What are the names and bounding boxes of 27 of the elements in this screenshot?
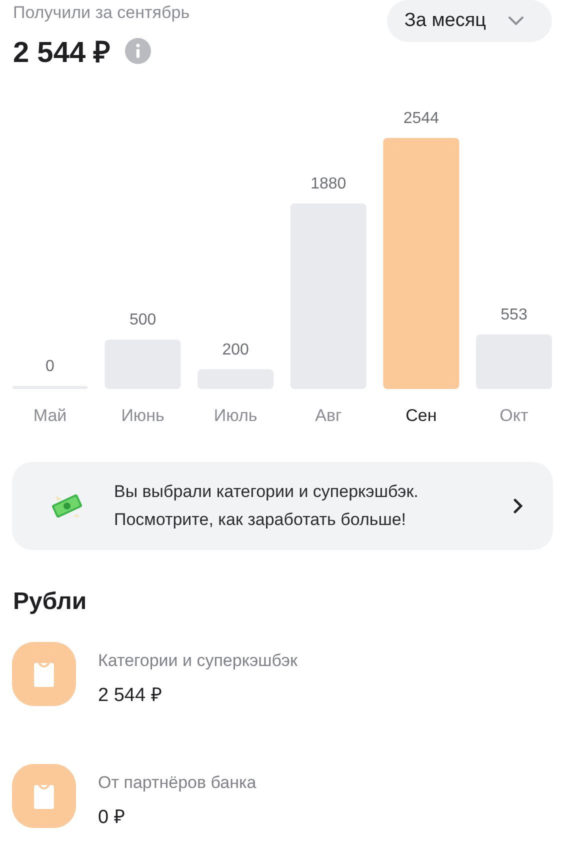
bar-value-label: 200 xyxy=(222,341,249,358)
section-title: Рубли xyxy=(13,588,88,616)
item-amount: 2 544 ₽ xyxy=(98,684,163,707)
item-amount: 0 ₽ xyxy=(98,806,126,829)
month-label[interactable]: Сен xyxy=(406,406,437,425)
info-icon[interactable] xyxy=(124,38,151,64)
month-label[interactable]: Июль xyxy=(214,406,258,425)
bag-icon xyxy=(12,764,76,828)
bar-value-label: 0 xyxy=(46,358,54,375)
item-title: От партнёров банка xyxy=(98,773,256,793)
month-label[interactable]: Май xyxy=(33,406,67,425)
month-label[interactable]: Авг xyxy=(315,406,342,425)
chevron-down-icon xyxy=(508,16,524,26)
total-amount: 2 544 ₽ xyxy=(13,36,111,70)
bar-value-label: 553 xyxy=(500,306,528,324)
month-label[interactable]: Окт xyxy=(500,406,528,425)
bar-value-label: 500 xyxy=(129,312,156,329)
period-label: Получили за сентябрь xyxy=(13,3,190,23)
bar-value-label: 2544 xyxy=(403,110,439,127)
promo-banner[interactable]: Вы выбрали категории и суперкэшбэк. Посмотрите, как заработать больше! xyxy=(12,462,553,550)
chevron-right-icon xyxy=(513,498,523,514)
item-title: Категории и суперкэшбэк xyxy=(98,651,298,671)
month-label[interactable]: Июнь xyxy=(121,406,164,425)
chart-bar[interactable] xyxy=(383,138,460,389)
period-dropdown[interactable]: За месяц xyxy=(387,0,552,42)
bag-icon xyxy=(12,642,76,706)
bar-value-label: 1880 xyxy=(310,176,346,193)
